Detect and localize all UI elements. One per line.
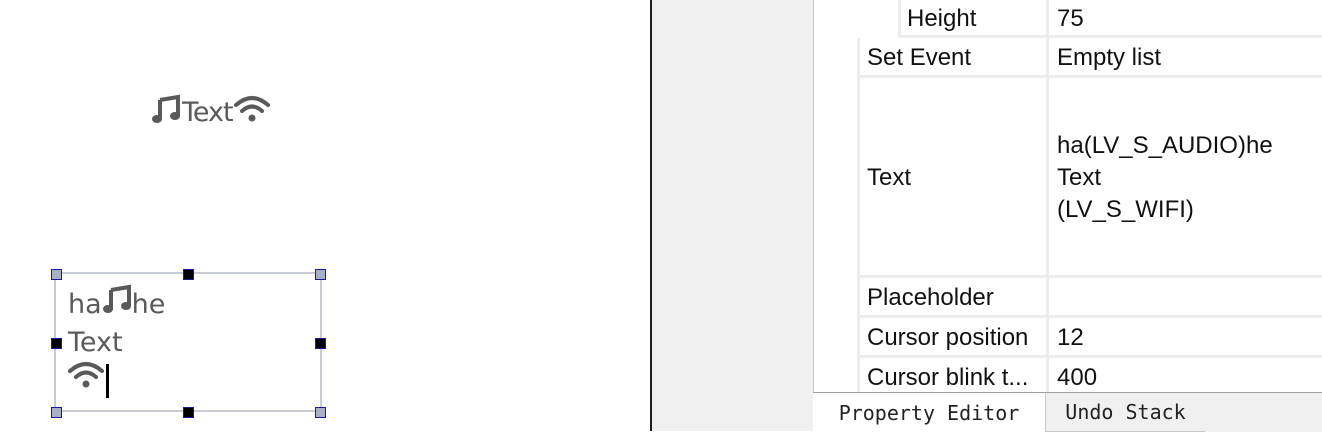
property-value[interactable]: 75 [1049,0,1322,38]
resize-handle-bottom[interactable] [183,407,194,418]
property-value[interactable]: 400 [1049,358,1322,392]
textarea-line2-text: Text [68,327,123,358]
resize-handle-left[interactable] [51,338,62,349]
wifi-icon [68,360,104,402]
textarea-prefix-text: ha [68,289,102,320]
text-cursor [106,364,109,398]
property-row-height[interactable]: Height 75 [814,0,1322,38]
property-row-placeholder[interactable]: Placeholder [814,278,1322,318]
editor-tab-bar: Property Editor Undo Stack [813,392,1322,432]
property-key: Height [898,0,1049,38]
tab-undo-stack[interactable]: Undo Stack [1045,393,1205,432]
property-row-cursor-blink[interactable]: Cursor blink t... 400 [814,358,1322,392]
property-value-multiline[interactable]: ha(LV_S_AUDIO)he Text (LV_S_WIFI) [1049,78,1322,278]
property-key: Placeholder [857,278,1049,318]
resize-handle-right[interactable] [315,338,326,349]
resize-handle-top-left[interactable] [51,269,62,280]
property-value[interactable]: Empty list [1049,38,1322,78]
music-note-icon [151,94,181,131]
property-value[interactable] [1049,278,1322,318]
label-text: Text [182,96,234,128]
property-row-cursor-position[interactable]: Cursor position 12 [814,318,1322,358]
resize-handle-bottom-right[interactable] [315,407,326,418]
property-key: Cursor position [857,318,1049,358]
resize-handle-top[interactable] [183,269,194,280]
design-canvas[interactable]: Text ha he Text [0,0,650,431]
textarea-widget[interactable]: ha he Text [54,272,322,412]
property-row-text[interactable]: Text ha(LV_S_AUDIO)he Text (LV_S_WIFI) [814,78,1322,278]
resize-handle-bottom-left[interactable] [51,407,62,418]
wifi-icon [233,94,270,131]
property-editor-table[interactable]: Height 75 Set Event Empty list Text ha(L… [813,0,1322,392]
property-key: Cursor blink t... [857,358,1049,392]
resize-handle-top-right[interactable] [315,269,326,280]
property-key: Text [857,78,1049,278]
side-panel-background [652,0,813,431]
text-value-line: ha(LV_S_AUDIO)he [1057,132,1273,159]
property-value[interactable]: 12 [1049,318,1322,358]
text-value-line: Text [1057,164,1102,191]
tab-property-editor[interactable]: Property Editor [813,393,1045,432]
music-note-icon [102,284,132,326]
text-value-line: (LV_S_WIFI) [1057,196,1194,223]
textarea-suffix-text: he [131,289,166,320]
property-key: Set Event [857,38,1049,78]
label-widget[interactable]: Text [151,94,270,130]
property-row-set-event[interactable]: Set Event Empty list [814,38,1322,78]
